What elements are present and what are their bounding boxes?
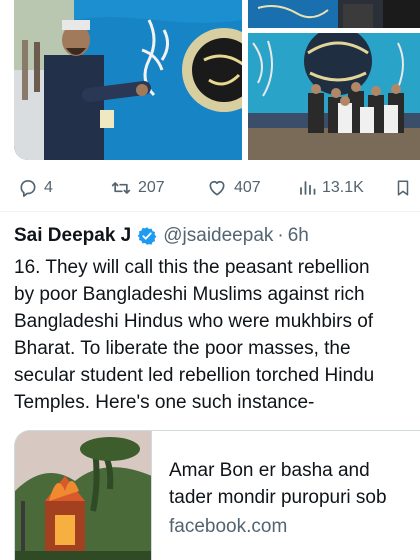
tweet-action-bar: 4 207 407 13.1K [14,172,420,204]
tweet-header: Sai Deepak J @jsaideepak · 6h [14,222,309,250]
bookmark-button[interactable] [394,172,412,204]
mural-photo-top [248,0,420,28]
views-count: 13.1K [322,179,364,196]
views-button[interactable]: 13.1K [298,172,364,204]
link-card-domain: facebook.com [169,516,288,537]
tweet-text-line: secular student led rebellion torched Hi… [14,365,375,386]
mural-painting-photo [14,0,242,160]
tweet-timestamp[interactable]: 6h [288,225,309,247]
tweet-text: 16. They will call this the peasant rebe… [14,254,420,416]
author-name[interactable]: Sai Deepak J [14,225,131,247]
author-handle[interactable]: @jsaideepak [163,225,273,247]
verified-badge-icon [137,226,157,246]
link-preview-card[interactable]: Amar Bon er basha and tader mondir purop… [14,430,420,560]
tweet-text-line: 16. They will call this the peasant rebe… [14,257,370,278]
link-card-body: Amar Bon er basha and tader mondir purop… [169,457,420,540]
retweet-count: 207 [138,179,165,196]
link-card-thumbnail [15,431,152,560]
burning-temple-photo [15,431,151,560]
separator-dot: · [277,225,284,246]
media-grid [14,0,420,160]
retweet-icon [111,182,131,194]
tweet-divider [0,211,420,212]
retweet-button[interactable]: 207 [110,172,165,204]
tweet-photo-3[interactable] [248,33,420,160]
reply-button[interactable]: 4 [18,172,53,204]
tweet-text-line: Bangladeshi Hindus who were mukhbirs of [14,311,374,332]
like-button[interactable]: 407 [206,172,261,204]
group-photo [248,33,420,160]
tweet-photo-1[interactable] [14,0,242,160]
tweet-text-line: by poor Bangladeshi Muslims against rich [14,284,365,305]
link-card-title-line: Amar Bon er basha and [169,460,370,481]
bookmark-icon [397,180,409,196]
link-card-title: Amar Bon er basha and tader mondir purop… [169,457,420,511]
like-count: 407 [234,179,261,196]
tweet-photo-2[interactable] [248,0,420,28]
tweet-text-line: Bharat. To liberate the poor masses, the [14,338,351,359]
heart-icon [209,180,225,196]
views-chart-icon [300,181,316,195]
reply-icon [20,180,36,197]
link-card-title-line: tader mondir puropuri sob [169,487,387,508]
tweet-text-line: Temples. Here's one such instance- [14,392,315,413]
reply-count: 4 [44,179,53,196]
